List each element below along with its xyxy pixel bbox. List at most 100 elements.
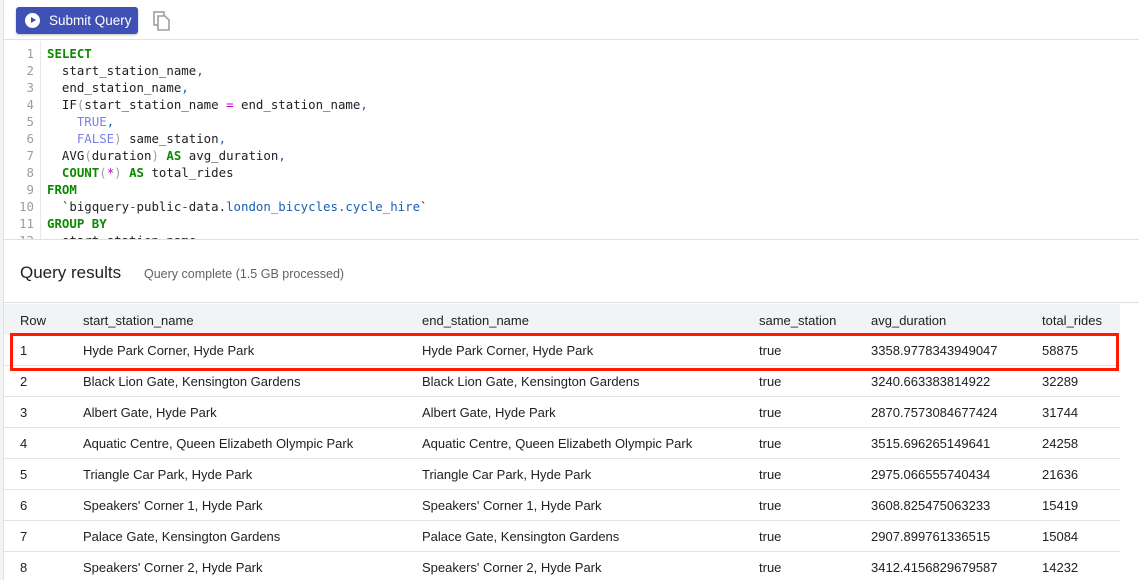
cell-end-station-name: Palace Gate, Kensington Gardens (422, 529, 620, 544)
code-token: = (226, 97, 234, 112)
cell-end-station-name: Hyde Park Corner, Hyde Park (422, 343, 594, 358)
code-text: `bigquery-public-data.london_bicycles.cy… (47, 198, 428, 215)
cell-row-number: 4 (20, 436, 28, 451)
code-text: AVG(duration) AS avg_duration, (47, 147, 286, 164)
code-line: 1 SELECT (4, 45, 1139, 62)
line-number: 5 (26, 114, 34, 129)
column-header-row: Row (20, 313, 47, 328)
sql-editor[interactable]: 1 SELECT 2 start_station_name, 3 end_statio… (4, 41, 1139, 240)
cell-avg-duration: 2975.066555740434 (871, 467, 991, 482)
code-text: end_station_name, (47, 79, 189, 96)
code-token: COUNT (47, 165, 100, 180)
code-token: `bigquery (47, 199, 130, 214)
table-row[interactable]: 2 Black Lion Gate, Kensington Gardens Blac… (4, 366, 1120, 397)
cell-row-number: 2 (20, 374, 28, 389)
code-token: start_station_name (47, 233, 196, 239)
code-token: AVG (47, 148, 85, 163)
cell-total-rides: 15084 (1042, 529, 1079, 544)
cell-row-number: 5 (20, 467, 28, 482)
cell-avg-duration: 3412.4156829679587 (871, 560, 998, 575)
copy-icon[interactable] (153, 11, 171, 31)
cell-same-station: true (759, 405, 782, 420)
code-token: FALSE (47, 131, 115, 146)
cell-row-number: 6 (20, 498, 28, 513)
code-text: TRUE, (47, 113, 114, 130)
cell-same-station: true (759, 374, 782, 389)
code-token: - (129, 199, 137, 214)
table-row[interactable]: 5 Triangle Car Park, Hyde Park Triangle Ca… (4, 459, 1120, 490)
code-token: TRUE (47, 114, 107, 129)
code-token: start_station_name (84, 97, 227, 112)
cell-avg-duration: 3608.825475063233 (871, 498, 991, 513)
code-line: 12 start_station_name (4, 232, 1139, 239)
cell-start-station-name: Albert Gate, Hyde Park (83, 405, 217, 420)
cell-end-station-name: Speakers' Corner 2, Hyde Park (422, 560, 602, 575)
results-header: Query results Query complete (1.5 GB pro… (4, 241, 1139, 303)
code-text: GROUP BY (47, 215, 107, 232)
line-number: 7 (26, 148, 34, 163)
line-number: 3 (26, 80, 34, 95)
code-token: IF (47, 97, 77, 112)
code-line: 11 GROUP BY (4, 215, 1139, 232)
code-token: , (278, 148, 286, 163)
line-number: 11 (19, 216, 34, 231)
cell-start-station-name: Aquatic Centre, Queen Elizabeth Olympic … (83, 436, 354, 451)
code-token: , (106, 114, 115, 129)
code-token: data. (188, 199, 227, 214)
cell-same-station: true (759, 560, 782, 575)
table-row[interactable]: 1 Hyde Park Corner, Hyde Park Hyde Park Co… (4, 335, 1120, 366)
code-text: SELECT (47, 45, 92, 62)
code-token: AS (166, 148, 182, 163)
table-row[interactable]: 4 Aquatic Centre, Queen Elizabeth Olympic… (4, 428, 1120, 459)
cell-total-rides: 32289 (1042, 374, 1079, 389)
cell-avg-duration: 2870.7573084677424 (871, 405, 998, 420)
cell-end-station-name: Albert Gate, Hyde Park (422, 405, 556, 420)
column-header-avg-duration: avg_duration (871, 313, 947, 328)
code-line: 10 `bigquery-public-data.london_bicycles… (4, 198, 1139, 215)
code-token: - (181, 199, 189, 214)
code-token: end_station_name (47, 80, 182, 95)
cell-total-rides: 31744 (1042, 405, 1079, 420)
cell-row-number: 8 (20, 560, 28, 575)
cell-row-number: 3 (20, 405, 28, 420)
table-row[interactable]: 7 Palace Gate, Kensington Gardens Palace G… (4, 521, 1120, 552)
code-token: same_station (121, 131, 219, 146)
cell-total-rides: 14232 (1042, 560, 1079, 575)
submit-query-button[interactable]: Submit Query (16, 7, 138, 34)
cell-avg-duration: 3515.696265149641 (871, 436, 991, 451)
line-number: 8 (26, 165, 34, 180)
column-header-start-station-name: start_station_name (83, 313, 194, 328)
code-text: start_station_name (47, 232, 196, 239)
code-text: COUNT(*) AS total_rides (47, 164, 234, 181)
code-token: start_station_name (47, 63, 197, 78)
table-row[interactable]: 8 Speakers' Corner 2, Hyde Park Speakers' … (4, 552, 1120, 580)
cell-start-station-name: Hyde Park Corner, Hyde Park (83, 343, 255, 358)
cell-end-station-name: Triangle Car Park, Hyde Park (422, 467, 592, 482)
code-token: ) (114, 165, 122, 180)
table-row[interactable]: 3 Albert Gate, Hyde Park Albert Gate, Hyde… (4, 397, 1120, 428)
column-header-end-station-name: end_station_name (422, 313, 529, 328)
play-circle-icon (25, 13, 40, 28)
cell-start-station-name: Speakers' Corner 2, Hyde Park (83, 560, 263, 575)
cell-same-station: true (759, 436, 782, 451)
code-line: 6 FALSE) same_station, (4, 130, 1139, 147)
code-text: FALSE) same_station, (47, 130, 226, 147)
table-header: Row start_station_name end_station_name … (4, 304, 1120, 335)
code-token: , (360, 97, 368, 112)
line-number: 6 (26, 131, 34, 146)
code-token: london_bicycles.cycle_hire (226, 199, 421, 214)
cell-start-station-name: Black Lion Gate, Kensington Gardens (83, 374, 301, 389)
results-table: Row start_station_name end_station_name … (4, 304, 1120, 580)
code-token: ) (151, 148, 159, 163)
code-token: SELECT (47, 46, 92, 61)
code-token: , (196, 63, 204, 78)
code-text: start_station_name, (47, 62, 204, 79)
table-row[interactable]: 6 Speakers' Corner 1, Hyde Park Speakers' … (4, 490, 1120, 521)
line-number: 10 (19, 199, 34, 214)
code-token: GROUP BY (47, 216, 107, 231)
cell-end-station-name: Speakers' Corner 1, Hyde Park (422, 498, 602, 513)
code-line: 4 IF(start_station_name = end_station_na… (4, 96, 1139, 113)
cell-row-number: 1 (20, 343, 28, 358)
code-token: total_rides (144, 165, 234, 180)
